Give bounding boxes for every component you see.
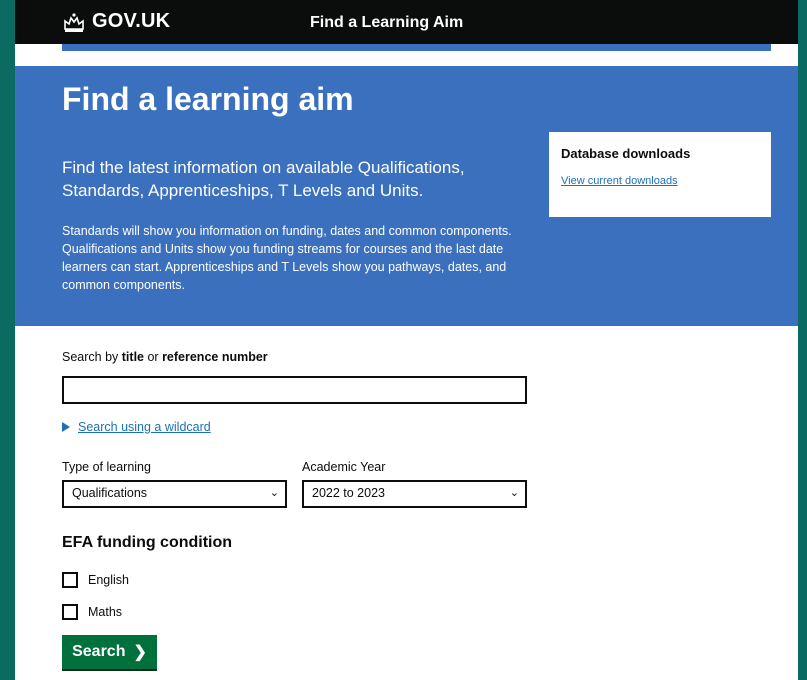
year-value: 2022 to 2023 [312,486,385,500]
hero-lead: Find the latest information on available… [62,158,465,201]
service-name[interactable]: Find a Learning Aim [310,14,463,32]
type-label: Type of learning [62,460,151,474]
downloads-heading: Database downloads [561,146,691,161]
efa-title: EFA funding condition [62,534,233,551]
search-button[interactable]: Search ❯ [62,635,157,669]
maths-label: Maths [88,605,123,619]
hero-body: Standards will show you information on f… [62,224,512,293]
search-label-ref: reference number [162,350,268,364]
english-checkbox-row[interactable]: English [62,572,129,588]
search-input[interactable] [62,376,527,404]
search-label-or: or [144,350,163,364]
maths-checkbox-row[interactable]: Maths [62,604,122,620]
header-stripe [62,44,771,51]
wildcard-link[interactable]: Search using a wildcard [78,420,211,434]
govuk-logo[interactable]: GOV.UK [62,10,170,33]
search-label-title: title [121,350,144,364]
english-checkbox[interactable] [62,572,78,588]
chevron-down-icon: ⌄ [509,487,519,499]
english-label: English [88,573,129,587]
type-value: Qualifications [72,486,148,500]
year-field: Academic Year 2022 to 2023 ⌄ [302,460,527,508]
year-label: Academic Year [302,460,386,474]
year-select[interactable]: 2022 to 2023 ⌄ [302,480,527,508]
search-form: Search by title or reference number Sear… [62,350,782,669]
page-title: Find a learning aim [62,81,354,117]
crown-icon [64,12,84,32]
search-label-prefix: Search by [62,350,122,364]
chevron-right-icon: ❯ [133,644,147,661]
search-button-label: Search [72,643,126,660]
downloads-panel: Database downloads View current download… [549,132,771,217]
search-label: Search by title or reference number [62,350,782,364]
maths-checkbox[interactable] [62,604,78,620]
view-downloads-link[interactable]: View current downloads [561,175,759,187]
wildcard-toggle[interactable]: Search using a wildcard [62,420,211,434]
type-select[interactable]: Qualifications ⌄ [62,480,287,508]
hero-banner: Find a learning aim Find the latest info… [15,66,798,326]
chevron-down-icon: ⌄ [269,487,279,499]
top-bar: GOV.UK Find a Learning Aim [15,0,798,51]
type-field: Type of learning Qualifications ⌄ [62,460,287,508]
logo-text: GOV.UK [92,10,171,32]
expand-triangle-icon [62,422,70,432]
page: GOV.UK Find a Learning Aim Find a learni… [15,0,798,680]
